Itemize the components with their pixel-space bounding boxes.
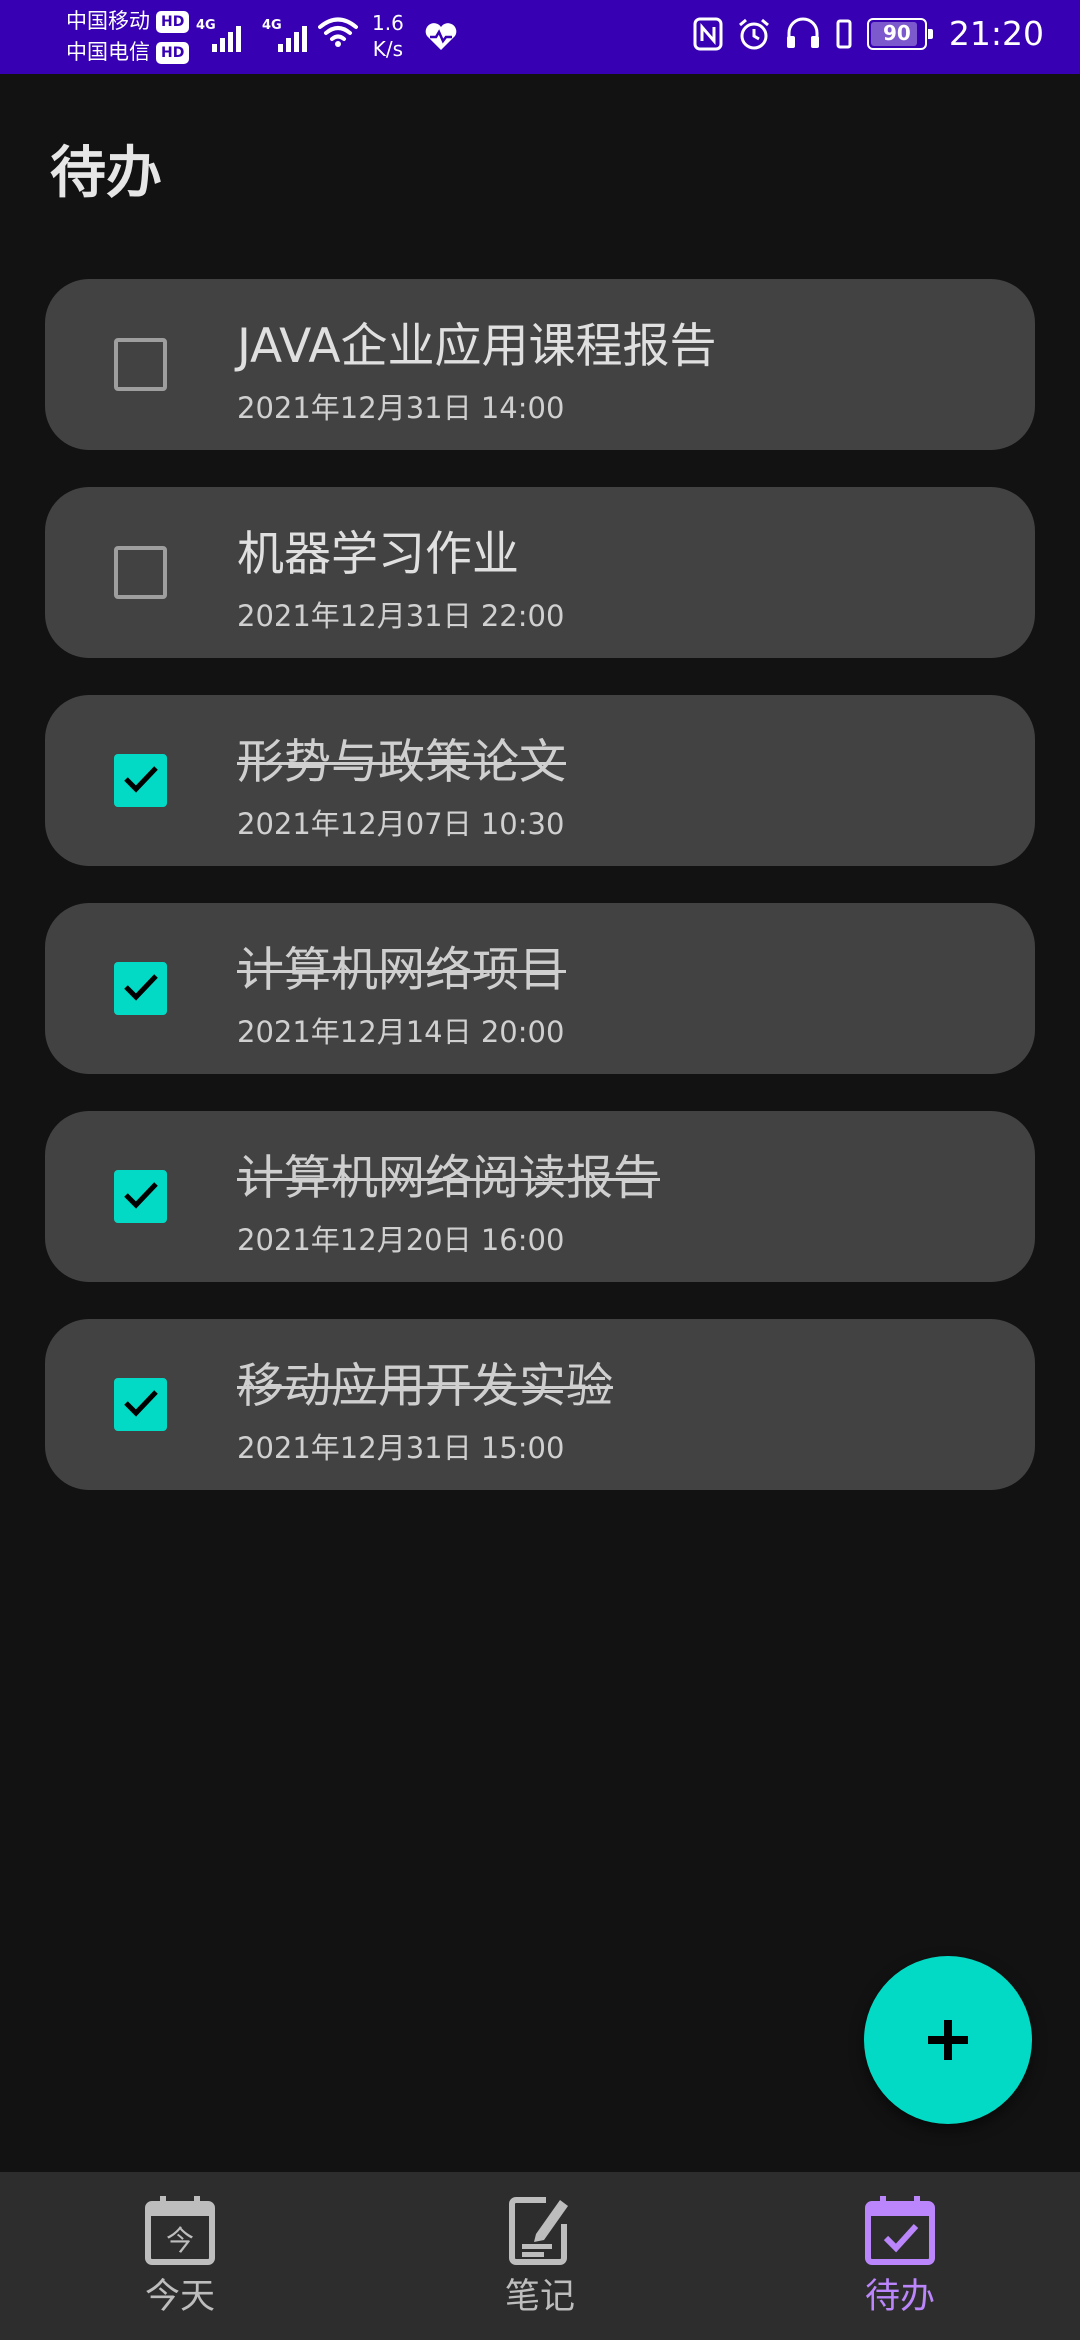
calendar-today-icon: 今 <box>145 2196 215 2265</box>
todo-item[interactable]: 计算机网络阅读报告 2021年12月20日 16:00 <box>45 1111 1035 1282</box>
signal-bars-icon <box>278 26 307 52</box>
todo-title: 计算机网络项目 <box>237 943 566 998</box>
todo-title: 机器学习作业 <box>237 527 519 582</box>
todo-due-time: 2021年12月20日 16:00 <box>237 1223 565 1257</box>
carrier-info: 中国移动 HD 中国电信 HD <box>66 6 190 68</box>
plus-icon <box>928 2020 968 2060</box>
status-bar: 中国移动 HD 中国电信 HD 4G 4G 1.6 K/s 90 21:20 <box>0 0 1080 74</box>
checkbox-unchecked[interactable] <box>114 338 167 391</box>
todo-title: JAVA企业应用课程报告 <box>237 319 717 374</box>
checkbox-checked[interactable] <box>114 962 167 1015</box>
check-icon <box>124 766 158 793</box>
signal-bars-icon <box>212 26 241 52</box>
check-icon <box>124 1390 158 1417</box>
nav-label-today: 今天 <box>144 2277 215 2317</box>
speed-unit: K/s <box>372 37 404 61</box>
todo-item[interactable]: 移动应用开发实验 2021年12月31日 15:00 <box>45 1319 1035 1490</box>
todo-due-time: 2021年12月31日 22:00 <box>237 599 565 633</box>
todo-title: 移动应用开发实验 <box>237 1359 613 1414</box>
carrier-2-label: 中国电信 <box>66 40 150 64</box>
add-todo-button[interactable] <box>864 1956 1032 2124</box>
check-icon <box>124 1182 158 1209</box>
signal-1: 4G <box>196 14 248 54</box>
todo-due-time: 2021年12月14日 20:00 <box>237 1015 565 1049</box>
speed-value: 1.6 <box>372 11 404 35</box>
calendar-check-icon <box>865 2196 935 2265</box>
todo-title: 计算机网络阅读报告 <box>237 1151 660 1206</box>
network-speed: 1.6 K/s <box>372 10 404 62</box>
nav-item-todo[interactable]: 待办 <box>720 2172 1080 2340</box>
battery-level: 90 <box>882 20 911 45</box>
todo-item[interactable]: 形势与政策论文 2021年12月07日 10:30 <box>45 695 1035 866</box>
nfc-icon <box>693 17 723 50</box>
signal-2: 4G <box>262 14 314 54</box>
todo-screen: 中国移动 HD 中国电信 HD 4G 4G 1.6 K/s 90 21:20 待… <box>0 0 1080 2340</box>
battery-indicator: 90 <box>866 17 933 50</box>
nav-item-today[interactable]: 今 今天 <box>0 2172 360 2340</box>
note-edit-icon <box>509 2197 568 2265</box>
nav-label-todo: 待办 <box>864 2277 935 2317</box>
svg-text:今: 今 <box>166 2224 194 2257</box>
todo-item[interactable]: 机器学习作业 2021年12月31日 22:00 <box>45 487 1035 658</box>
todo-item[interactable]: JAVA企业应用课程报告 2021年12月31日 14:00 <box>45 279 1035 450</box>
clock-time: 21:20 <box>948 14 1044 53</box>
hd-badge: HD <box>156 10 190 33</box>
health-heart-icon <box>425 23 457 50</box>
signal-indicators: 4G 4G <box>196 14 314 54</box>
wifi-icon <box>318 17 358 47</box>
checkbox-unchecked[interactable] <box>114 546 167 599</box>
headset-icon <box>786 17 819 48</box>
nav-item-notes[interactable]: 笔记 <box>360 2172 720 2340</box>
todo-list: JAVA企业应用课程报告 2021年12月31日 14:00 机器学习作业 2021年… <box>45 279 1035 1527</box>
status-right: 90 21:20 <box>693 14 1044 53</box>
page-title: 待办 <box>50 141 162 206</box>
check-icon <box>124 974 158 1001</box>
todo-title: 形势与政策论文 <box>237 735 566 790</box>
todo-due-time: 2021年12月31日 15:00 <box>237 1431 565 1465</box>
bottom-navigation: 今 今天 笔记 待办 <box>0 2172 1080 2340</box>
alarm-icon <box>738 18 769 49</box>
checkbox-checked[interactable] <box>114 754 167 807</box>
hd-badge: HD <box>156 41 190 64</box>
nav-label-notes: 笔记 <box>504 2277 575 2317</box>
vibrate-icon <box>836 19 852 48</box>
carrier-1-label: 中国移动 <box>66 9 150 33</box>
checkbox-checked[interactable] <box>114 1170 167 1223</box>
todo-due-time: 2021年12月31日 14:00 <box>237 391 565 425</box>
todo-due-time: 2021年12月07日 10:30 <box>237 807 565 841</box>
checkbox-checked[interactable] <box>114 1378 167 1431</box>
todo-item[interactable]: 计算机网络项目 2021年12月14日 20:00 <box>45 903 1035 1074</box>
